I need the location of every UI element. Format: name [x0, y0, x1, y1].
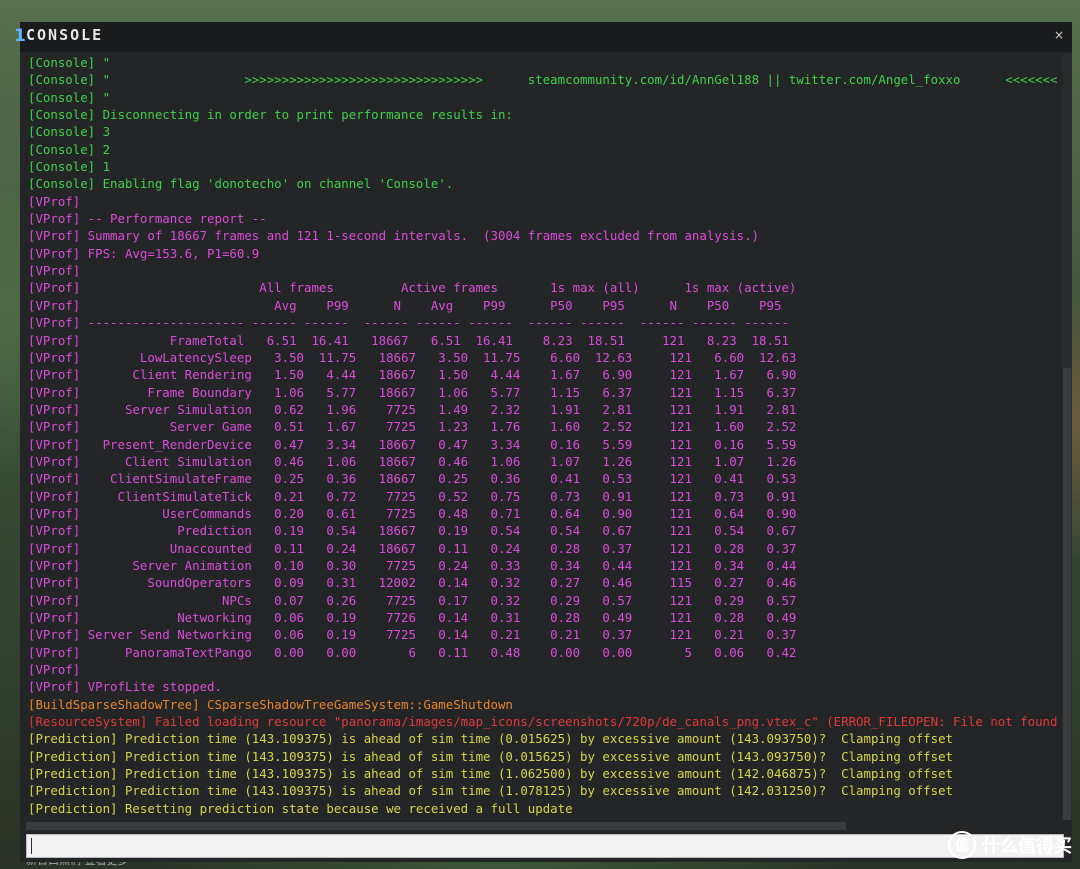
log-line: [Console] Enabling flag 'donotecho' on c…: [28, 176, 454, 192]
watermark: 值 什么值得买: [948, 830, 1072, 860]
log-line: [VProf] Server Simulation 0.62 1.96 7725…: [28, 401, 797, 417]
log-line: [BuildSparseShadowTree] CSparseShadowTre…: [28, 696, 513, 712]
log-line: [Prediction] Prediction time (143.109375…: [28, 748, 954, 764]
log-line: [VProf] Avg P99 N Avg P99 P50 P95 N P50 …: [28, 297, 782, 313]
log-line: [VProf] Client Rendering 1.50 4.44 18667…: [28, 367, 797, 383]
log-line: [Console] 3: [28, 124, 111, 140]
log-line: [VProf] Prediction 0.19 0.54 18667 0.19 …: [28, 523, 797, 539]
log-line: [VProf] ClientSimulateFrame 0.25 0.36 18…: [28, 471, 797, 487]
log-line: [VProf] Server Game 0.51 1.67 7725 1.23 …: [28, 419, 797, 435]
log-line: [VProf] FPS: Avg=153.6, P1=60.9: [28, 245, 260, 261]
watermark-text: 什么值得买: [982, 836, 1072, 857]
log-line: [VProf] LowLatencySleep 3.50 11.75 18667…: [28, 349, 797, 365]
log-line: [VProf] -- Performance report --: [28, 211, 267, 227]
console-window: 1 CONSOLE × [Console] " [Console] " >>>>>…: [14, 22, 1072, 862]
log-line: [VProf]: [28, 263, 81, 279]
console-log: [Console] " [Console] " >>>>>>>>>>>>>>>>>…: [28, 54, 1058, 818]
log-line: [VProf]: [28, 662, 81, 678]
log-line: [VProf] Server Animation 0.10 0.30 7725 …: [28, 557, 797, 573]
console-titlebar[interactable]: 1 CONSOLE ×: [14, 22, 1072, 52]
horizontal-scrollbar[interactable]: [26, 822, 846, 830]
log-line: [Prediction] Prediction time (143.109375…: [28, 731, 954, 747]
log-line: [Prediction] Resetting prediction state …: [28, 800, 573, 816]
log-line: [VProf] UserCommands 0.20 0.61 7725 0.48…: [28, 505, 797, 521]
log-line: [VProf] NPCs 0.07 0.26 7725 0.17 0.32 0.…: [28, 592, 797, 608]
text-caret: [31, 838, 32, 854]
log-line: [VProf] VProfLite stopped.: [28, 679, 222, 695]
log-line: [Console] 1: [28, 159, 111, 175]
log-line: [Prediction] Prediction time (143.109375…: [28, 783, 954, 799]
vertical-scrollbar-thumb[interactable]: [1063, 368, 1071, 820]
log-line: [VProf] Networking 0.06 0.19 7726 0.14 0…: [28, 610, 797, 625]
close-icon[interactable]: ×: [1054, 28, 1064, 42]
log-line: [Console] 2: [28, 141, 111, 157]
log-line: [Console] " >>>>>>>>>>>>>>>>>>>>>>>>>>>>…: [28, 72, 1058, 88]
console-input[interactable]: [26, 834, 1064, 858]
log-line: [VProf] --------------------- ------ ---…: [28, 315, 789, 331]
log-line: [VProf] Server Send Networking 0.06 0.19…: [28, 627, 797, 643]
log-line: [Prediction] Prediction time (143.109375…: [28, 766, 954, 782]
log-line: [Console] ": [28, 89, 111, 105]
watermark-logo-icon: 值: [948, 831, 976, 859]
console-title-number: 1: [14, 26, 26, 46]
log-line: [Console] Disconnecting in order to prin…: [28, 107, 513, 123]
log-line: [VProf] FrameTotal 6.51 16.41 18667 6.51…: [28, 332, 789, 348]
log-line: [VProf] All frames Active frames 1s max …: [28, 280, 797, 296]
console-title: CONSOLE: [26, 26, 104, 44]
log-line: [VProf] PanoramaTextPango 0.00 0.00 6 0.…: [28, 644, 797, 660]
log-line: [ResourceSystem] Failed loading resource…: [28, 714, 1058, 730]
log-line: [VProf] Client Simulation 0.46 1.06 1866…: [28, 453, 797, 469]
log-line: [VProf] ClientSimulateTick 0.21 0.72 772…: [28, 488, 797, 504]
log-line: [VProf] Present_RenderDevice 0.47 3.34 1…: [28, 436, 797, 452]
log-line: [VProf]: [28, 193, 81, 209]
log-line: [Console] ": [28, 55, 111, 70]
log-line: [VProf] Summary of 18667 frames and 121 …: [28, 228, 760, 244]
log-line: [VProf] Unaccounted 0.11 0.24 18667 0.11…: [28, 540, 797, 556]
log-line: [VProf] Frame Boundary 1.06 5.77 18667 1…: [28, 384, 797, 400]
log-line: [VProf] SoundOperators 0.09 0.31 12002 0…: [28, 575, 797, 591]
